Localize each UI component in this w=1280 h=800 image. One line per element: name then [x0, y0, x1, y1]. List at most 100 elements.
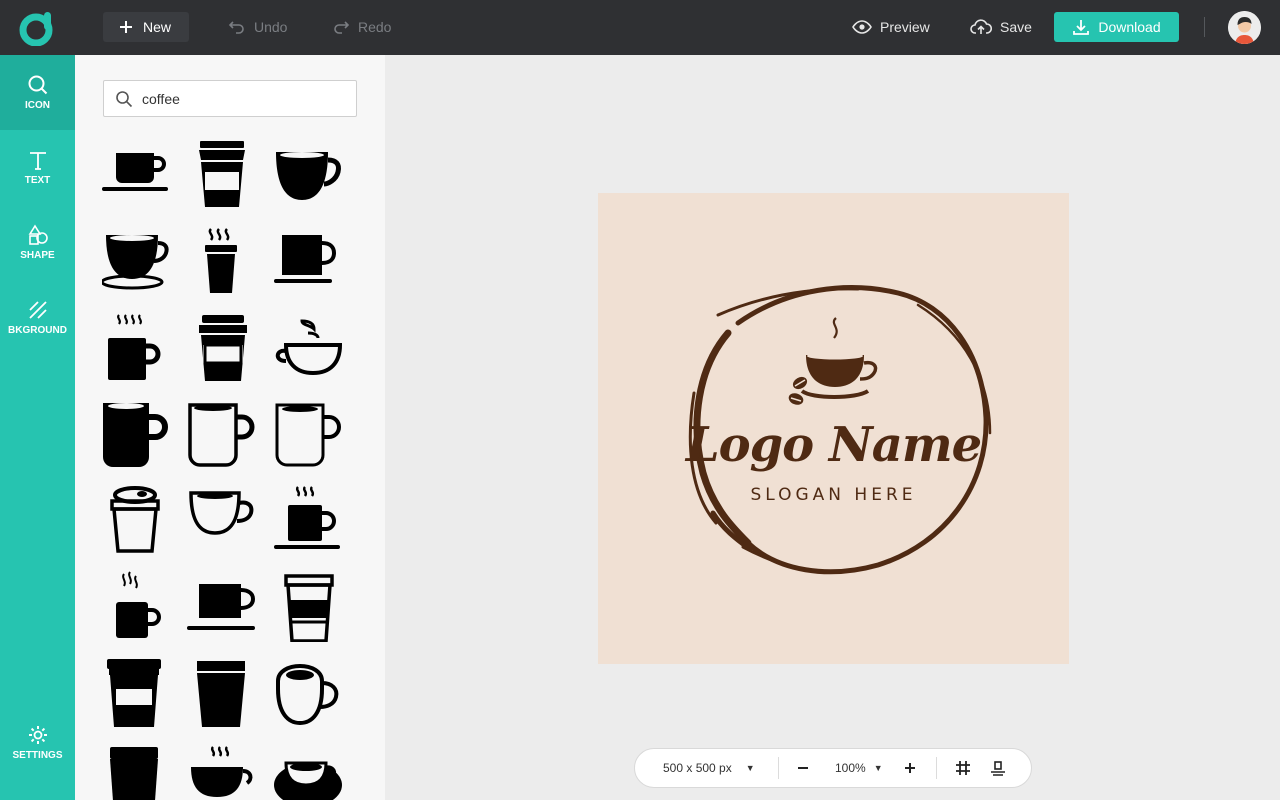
- redo-icon: [334, 21, 350, 34]
- icon-result[interactable]: [274, 570, 346, 643]
- sidebar-item-icon[interactable]: ICON: [0, 55, 75, 130]
- eye-icon: [852, 20, 872, 34]
- save-button[interactable]: Save: [956, 12, 1046, 42]
- icon-result[interactable]: [187, 483, 259, 555]
- icon-result[interactable]: [102, 743, 174, 800]
- icon-result[interactable]: [274, 483, 346, 555]
- cup-saucer-icon: [102, 153, 168, 191]
- sidebar-item-label: ICON: [25, 100, 50, 111]
- icon-result[interactable]: [274, 397, 346, 469]
- user-avatar[interactable]: [1228, 11, 1261, 44]
- canvas-size-label: 500 x 500 px: [663, 761, 732, 775]
- icon-result[interactable]: [274, 743, 346, 800]
- zoom-in-button[interactable]: [904, 749, 916, 787]
- teacup-saucer-icon: [100, 235, 169, 290]
- sidebar-item-text[interactable]: TEXT: [0, 130, 75, 205]
- save-button-label: Save: [1000, 19, 1032, 35]
- grid-toggle-button[interactable]: [955, 749, 971, 787]
- icon-result[interactable]: [100, 227, 174, 299]
- avatar-icon: [1228, 11, 1261, 44]
- icon-result[interactable]: [102, 140, 174, 212]
- preview-button[interactable]: Preview: [838, 12, 944, 42]
- icon-search-box[interactable]: [103, 80, 357, 117]
- canvas-size-dropdown[interactable]: 500 x 500 px ▼: [663, 749, 755, 787]
- app-logo-icon[interactable]: [18, 10, 54, 46]
- coffee-beans-icon: [788, 376, 808, 405]
- icon-result[interactable]: [187, 227, 259, 299]
- align-button[interactable]: [990, 749, 1006, 787]
- icon-result[interactable]: [102, 570, 174, 642]
- sidebar-item-label: SHAPE: [20, 250, 55, 261]
- cup-steam-icon: [275, 319, 343, 376]
- coffee-cup-icon: [800, 317, 878, 399]
- small-steaming-mug-icon: [116, 571, 161, 638]
- icon-result[interactable]: [274, 657, 346, 729]
- canvas-bottom-toolbar: 500 x 500 px ▼ 100% ▼: [634, 748, 1032, 788]
- sidebar-item-shape[interactable]: SHAPE: [0, 205, 75, 280]
- logo-name-text[interactable]: Logo Name: [598, 417, 1069, 473]
- zoom-dropdown[interactable]: 100% ▼: [835, 749, 883, 787]
- tumbler-icon: [197, 661, 245, 727]
- sidebar-item-label: BKGROUND: [8, 325, 67, 336]
- toolbar-divider: [1204, 17, 1205, 37]
- search-input[interactable]: [142, 89, 342, 109]
- caret-down-icon: ▼: [873, 763, 883, 773]
- sidebar-item-settings[interactable]: SETTINGS: [0, 705, 75, 780]
- sidebar-item-label: SETTINGS: [12, 750, 63, 761]
- icon-result[interactable]: [187, 397, 259, 469]
- outline-mug-2-icon: [275, 403, 341, 467]
- icon-result[interactable]: [102, 397, 174, 469]
- square-cup-icon: [274, 235, 337, 283]
- download-button[interactable]: Download: [1054, 12, 1179, 42]
- steaming-bowl-cup-icon: [191, 746, 253, 797]
- lid-cup-icon: [110, 486, 160, 553]
- cloud-upload-icon: [970, 19, 992, 34]
- design-canvas[interactable]: Logo Name SLOGAN HERE: [598, 193, 1069, 664]
- redo-button[interactable]: Redo: [318, 12, 405, 42]
- icon-result[interactable]: [274, 227, 346, 299]
- icon-result[interactable]: [102, 657, 174, 729]
- lid-cup-2-icon: [284, 574, 334, 643]
- icon-panel: [75, 55, 385, 800]
- redo-button-label: Redo: [358, 19, 392, 35]
- icon-result[interactable]: [102, 313, 174, 385]
- search-icon: [116, 91, 133, 108]
- zoom-out-button[interactable]: [797, 749, 809, 787]
- solid-mug-icon: [103, 403, 168, 467]
- steaming-mug-2-icon: [274, 486, 340, 549]
- takeaway-cup-icon: [199, 141, 245, 207]
- download-button-label: Download: [1098, 19, 1161, 35]
- new-button-label: New: [143, 19, 172, 35]
- paper-cup-icon: [107, 659, 161, 727]
- takeaway-cup-2-icon: [110, 747, 158, 800]
- icon-result[interactable]: [187, 140, 259, 212]
- gear-icon: [28, 726, 47, 744]
- icon-result[interactable]: [102, 483, 174, 555]
- slogan-text[interactable]: SLOGAN HERE: [598, 485, 1069, 505]
- caret-down-icon: ▼: [745, 763, 755, 773]
- round-cup-icon: [276, 152, 341, 200]
- shapes-icon: [28, 224, 48, 245]
- new-button[interactable]: New: [103, 12, 189, 42]
- icon-result[interactable]: [274, 140, 346, 212]
- cup-saucer-2-icon: [274, 761, 342, 800]
- lidded-cup-icon: [199, 315, 247, 381]
- icon-result[interactable]: [187, 657, 259, 729]
- plus-icon: [120, 21, 132, 33]
- undo-button-label: Undo: [254, 19, 288, 35]
- steaming-cup-icon: [205, 228, 237, 293]
- divider: [936, 757, 937, 779]
- align-bottom-icon: [991, 761, 1005, 776]
- icon-result[interactable]: [274, 313, 346, 385]
- sidebar-item-background[interactable]: BKGROUND: [0, 280, 75, 355]
- background-icon: [28, 301, 47, 319]
- undo-button[interactable]: Undo: [214, 12, 301, 42]
- text-icon: [29, 152, 46, 170]
- icon-result[interactable]: [187, 313, 259, 385]
- icon-result[interactable]: [187, 743, 259, 800]
- search-icon: [28, 75, 47, 95]
- tool-sidebar: ICON TEXT SHAPE BKGROUND SETTINGS: [0, 55, 75, 800]
- icon-result[interactable]: [187, 570, 259, 642]
- square-mug-icon: [187, 584, 256, 630]
- divider: [778, 757, 779, 779]
